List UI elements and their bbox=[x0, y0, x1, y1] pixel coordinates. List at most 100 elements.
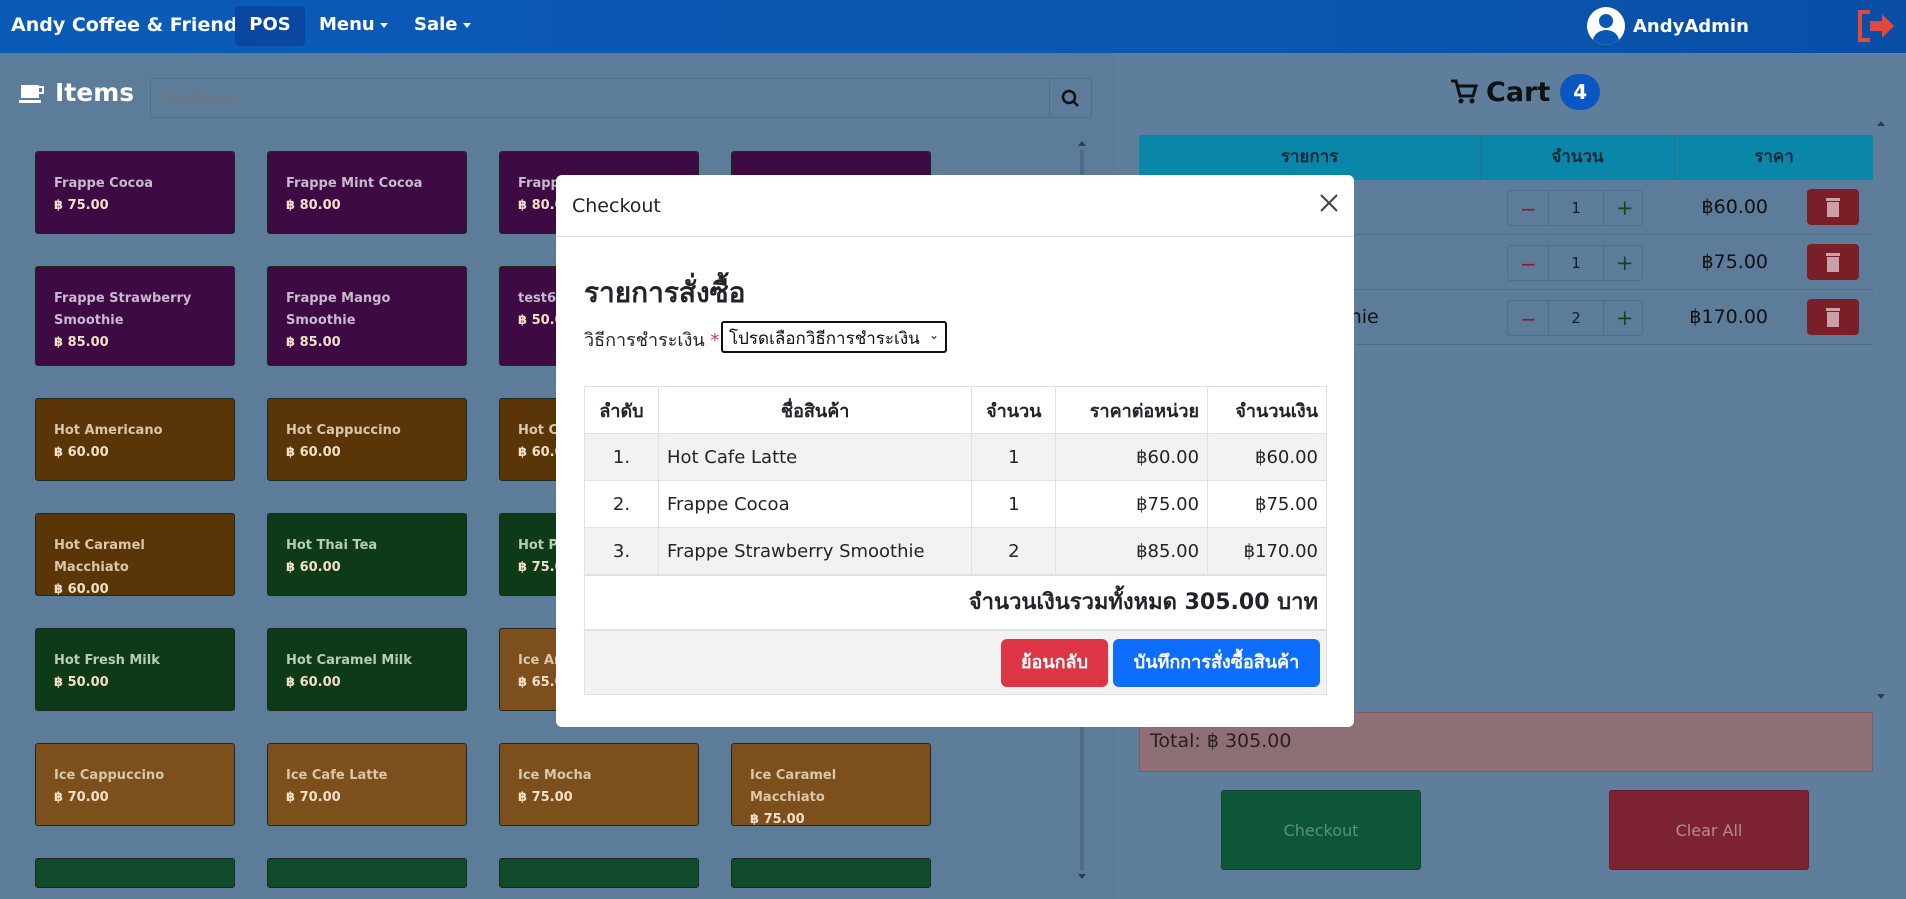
menu-item-tile[interactable]: Hot Fresh Milk ฿ 50.00 bbox=[35, 628, 235, 711]
menu-item-name: Hot Fresh Milk bbox=[54, 653, 160, 668]
row-amount: ฿60.00 bbox=[1207, 433, 1327, 481]
quantity-stepper: − 1 + bbox=[1507, 245, 1643, 281]
search-box bbox=[150, 78, 1050, 118]
menu-item-tile[interactable]: Ice Cafe Latte ฿ 70.00 bbox=[267, 743, 467, 826]
brand-name[interactable]: Andy Coffee & Friends bbox=[11, 14, 249, 36]
cart-col-item: รายการ bbox=[1139, 135, 1481, 180]
menu-item-price: ฿ 60.00 bbox=[54, 582, 109, 597]
search-input[interactable] bbox=[151, 79, 1049, 117]
increment-button[interactable]: + bbox=[1616, 306, 1634, 330]
col-product-name: ชื่อสินค้า bbox=[657, 386, 973, 434]
menu-item-tile[interactable]: Hot Cappuccino ฿ 60.00 bbox=[267, 398, 467, 481]
menu-item-name: Frappe Strawberry Smoothie bbox=[54, 291, 192, 328]
menu-item-tile[interactable]: Frappe Cocoa ฿ 75.00 bbox=[35, 151, 235, 234]
increment-button[interactable]: + bbox=[1616, 251, 1634, 275]
save-order-button[interactable]: บันทึกการสั่งซื้อสินค้า bbox=[1113, 639, 1320, 687]
payment-method-text: วิธีการชำระเงิน bbox=[584, 330, 705, 351]
col-qty: จำนวน bbox=[971, 386, 1057, 434]
row-qty: 1 bbox=[971, 433, 1057, 481]
menu-item-tile[interactable]: Hot Caramel Macchiato ฿ 60.00 bbox=[35, 513, 235, 597]
decrement-button[interactable]: − bbox=[1520, 252, 1537, 276]
row-no: 2. bbox=[584, 480, 659, 528]
menu-item-tile[interactable]: Ice Caramel Macchiato ฿ 75.00 bbox=[731, 743, 931, 827]
order-table-header: ลำดับ ชื่อสินค้า จำนวน ราคาต่อหน่วย จำนว… bbox=[584, 386, 1327, 434]
required-marker: * bbox=[710, 330, 720, 351]
menu-item-tile[interactable]: Hot Caramel Milk ฿ 60.00 bbox=[267, 628, 467, 711]
increment-button[interactable]: + bbox=[1616, 196, 1634, 220]
menu-item-price: ฿ 60.00 bbox=[286, 675, 341, 690]
search-button[interactable] bbox=[1050, 78, 1092, 118]
menu-item-name: Frappe Cocoa bbox=[54, 176, 154, 191]
menu-item-price: ฿ 60.00 bbox=[54, 445, 109, 460]
back-button[interactable]: ย้อนกลับ bbox=[1001, 639, 1108, 687]
quantity-input[interactable]: 2 bbox=[1548, 301, 1604, 335]
row-product-name: Frappe Strawberry Smoothie bbox=[657, 527, 973, 575]
row-no: 1. bbox=[584, 433, 659, 481]
cart-count-badge: 4 bbox=[1560, 74, 1601, 110]
menu-item-tile[interactable] bbox=[731, 858, 931, 888]
nav-sale-dropdown[interactable]: Sale bbox=[414, 14, 471, 35]
row-product-name: Hot Cafe Latte bbox=[657, 433, 973, 481]
nav-pos[interactable]: POS bbox=[235, 6, 305, 46]
menu-item-price: ฿ 75.00 bbox=[54, 198, 109, 213]
menu-item-tile[interactable] bbox=[35, 858, 235, 888]
user-menu[interactable]: AndyAdmin bbox=[1587, 7, 1749, 45]
checkout-modal: Checkout รายการสั่งซื้อ วิธีการชำระเงิน … bbox=[556, 175, 1354, 727]
nav-menu-label: Menu bbox=[319, 14, 375, 35]
quantity-input[interactable]: 1 bbox=[1548, 191, 1604, 225]
delete-button[interactable] bbox=[1807, 244, 1859, 280]
clear-all-button[interactable]: Clear All bbox=[1609, 790, 1809, 870]
menu-item-price: ฿ 60.00 bbox=[286, 560, 341, 575]
decrement-button[interactable]: − bbox=[1520, 307, 1537, 331]
menu-item-tile[interactable]: Ice Mocha ฿ 75.00 bbox=[499, 743, 699, 826]
logout-icon[interactable] bbox=[1856, 8, 1896, 44]
order-table: ลำดับ ชื่อสินค้า จำนวน ราคาต่อหน่วย จำนว… bbox=[584, 386, 1327, 575]
quantity-input[interactable]: 1 bbox=[1548, 246, 1604, 280]
menu-item-price: ฿ 75.00 bbox=[750, 812, 805, 827]
menu-item-tile[interactable]: Frappe Mango Smoothie ฿ 85.00 bbox=[267, 266, 467, 366]
menu-item-tile[interactable]: Frappe Mint Cocoa ฿ 80.00 bbox=[267, 151, 467, 234]
menu-item-price: ฿ 75.00 bbox=[518, 790, 573, 805]
menu-item-tile[interactable] bbox=[267, 858, 467, 888]
coffee-cup-icon bbox=[19, 84, 44, 103]
row-qty: 2 bbox=[971, 527, 1057, 575]
checkout-button[interactable]: Checkout bbox=[1221, 790, 1421, 870]
decrement-button[interactable]: − bbox=[1520, 197, 1537, 221]
user-avatar-icon bbox=[1587, 7, 1625, 45]
chevron-down-icon bbox=[462, 22, 471, 28]
table-row: 1. Hot Cafe Latte 1 ฿60.00 ฿60.00 bbox=[584, 433, 1327, 481]
nav-menu-dropdown[interactable]: Menu bbox=[319, 14, 388, 35]
menu-item-tile[interactable]: Hot Thai Tea ฿ 60.00 bbox=[267, 513, 467, 596]
row-amount: ฿170.00 bbox=[1207, 527, 1327, 575]
row-unit-price: ฿60.00 bbox=[1055, 433, 1209, 481]
modal-footer: ย้อนกลับ บันทึกการสั่งซื้อสินค้า bbox=[584, 630, 1327, 695]
chevron-down-icon bbox=[379, 22, 388, 28]
menu-item-price: ฿ 85.00 bbox=[286, 335, 341, 350]
delete-button[interactable] bbox=[1807, 189, 1859, 225]
close-icon[interactable] bbox=[1318, 192, 1340, 214]
row-unit-price: ฿75.00 bbox=[1055, 480, 1209, 528]
cart-scrollbar[interactable] bbox=[1875, 120, 1887, 700]
menu-item-name: Hot Caramel Macchiato bbox=[54, 538, 145, 575]
menu-item-tile[interactable] bbox=[499, 858, 699, 888]
cart-col-price: ราคา bbox=[1754, 147, 1794, 167]
menu-item-tile[interactable]: Frappe Strawberry Smoothie ฿ 85.00 bbox=[35, 266, 235, 366]
menu-item-name: Ice Cafe Latte bbox=[286, 768, 388, 783]
cart-icon bbox=[1451, 79, 1478, 104]
cart-col-qty: จำนวน bbox=[1481, 135, 1675, 180]
delete-button[interactable] bbox=[1807, 299, 1859, 335]
payment-method-select[interactable]: โปรดเลือกวิธีการชำระเงิน ⌄ bbox=[721, 321, 947, 353]
cart-heading: Cart 4 bbox=[1450, 74, 1601, 110]
table-row: 3. Frappe Strawberry Smoothie 2 ฿85.00 ฿… bbox=[584, 527, 1327, 575]
items-heading: Items bbox=[19, 78, 134, 107]
menu-item-tile[interactable]: Hot Americano ฿ 60.00 bbox=[35, 398, 235, 481]
menu-item-name: Hot Caramel Milk bbox=[286, 653, 412, 668]
menu-item-price: ฿ 70.00 bbox=[286, 790, 341, 805]
menu-item-name: Hot Cappuccino bbox=[286, 423, 401, 438]
cart-item-price: ฿60.00 bbox=[1701, 196, 1768, 218]
quantity-stepper: − 1 + bbox=[1507, 190, 1643, 226]
modal-title: Checkout bbox=[572, 195, 661, 217]
chevron-down-icon: ⌄ bbox=[928, 328, 939, 342]
menu-item-tile[interactable]: Ice Cappuccino ฿ 70.00 bbox=[35, 743, 235, 826]
search-icon bbox=[1061, 89, 1079, 107]
